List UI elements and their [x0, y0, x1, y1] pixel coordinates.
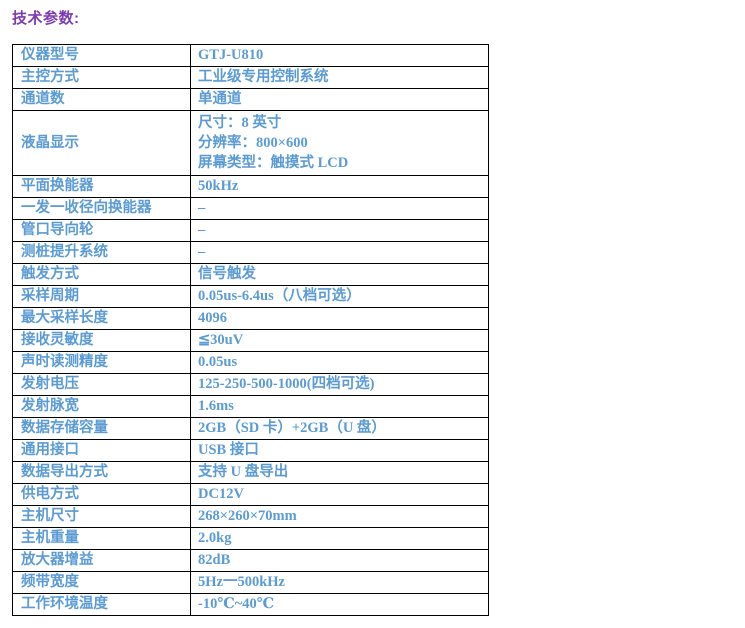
table-row: 最大采样长度 4096 — [12, 307, 489, 330]
spec-label-cell: 发射电压 — [12, 373, 191, 396]
spec-value-cell: DC12V — [190, 483, 489, 506]
spec-value-cell: 2.0kg — [190, 527, 489, 550]
spec-value-cell: 125-250-500-1000(四档可选) — [190, 373, 489, 396]
table-row: 一发一收径向换能器 – — [12, 197, 489, 220]
table-row: 液晶显示 尺寸：8 英寸分辨率：800×600 屏幕类型：触摸式 LCD — [12, 110, 489, 176]
table-row: 发射电压 125-250-500-1000(四档可选) — [12, 373, 489, 396]
spec-label-cell: 采样周期 — [12, 285, 191, 308]
spec-value-cell: 工业级专用控制系统 — [190, 66, 489, 89]
table-row: 触发方式 信号触发 — [12, 263, 489, 286]
spec-label-cell: 声时读测精度 — [12, 351, 191, 374]
spec-label-cell: 通用接口 — [12, 439, 191, 462]
spec-value-cell: 1.6ms — [190, 395, 489, 418]
spec-label-cell: 接收灵敏度 — [12, 329, 191, 352]
spec-label-cell: 触发方式 — [12, 263, 191, 286]
spec-value-cell: 2GB（SD 卡）+2GB（U 盘） — [190, 417, 489, 440]
table-row: 工作环境温度 -10℃~40℃ — [12, 593, 489, 616]
spec-value-cell: – — [190, 219, 489, 242]
specifications-table: 仪器型号 GTJ-U810 主控方式 工业级专用控制系统 通道数 单通道 液晶显示 尺寸：8 … — [12, 44, 489, 616]
table-row: 通用接口 USB 接口 — [12, 439, 489, 462]
spec-value-cell: USB 接口 — [190, 439, 489, 462]
spec-label-cell: 工作环境温度 — [12, 593, 191, 616]
spec-label-cell: 频带宽度 — [12, 571, 191, 594]
table-row: 频带宽度 5Hz一500kHz — [12, 571, 489, 594]
spec-value-cell: 单通道 — [190, 88, 489, 111]
table-row: 平面换能器 50kHz — [12, 175, 489, 198]
table-row: 声时读测精度 0.05us — [12, 351, 489, 374]
table-row: 放大器增益 82dB — [12, 549, 489, 572]
spec-value-line: 屏幕类型：触摸式 LCD — [198, 155, 349, 171]
page-root: 技术参数: 仪器型号 GTJ-U810 主控方式 工业级专用控制系统 通道数 单通道 液晶显… — [0, 0, 745, 628]
spec-value-cell: -10℃~40℃ — [190, 593, 489, 616]
table-row: 管口导向轮 – — [12, 219, 489, 242]
spec-label-cell: 主控方式 — [12, 66, 191, 89]
spec-value-cell: GTJ-U810 — [190, 44, 489, 67]
spec-label-cell: 放大器增益 — [12, 549, 191, 572]
spec-value-line: 尺寸：8 英寸 — [198, 115, 282, 131]
spec-label-cell: 主机尺寸 — [12, 505, 191, 528]
spec-label-cell: 供电方式 — [12, 483, 191, 506]
table-row: 主控方式 工业级专用控制系统 — [12, 66, 489, 89]
spec-label-cell: 数据导出方式 — [12, 461, 191, 484]
spec-label-cell: 管口导向轮 — [12, 219, 191, 242]
spec-label-cell: 最大采样长度 — [12, 307, 191, 330]
specifications-table-container: 仪器型号 GTJ-U810 主控方式 工业级专用控制系统 通道数 单通道 液晶显示 尺寸：8 … — [12, 44, 489, 616]
spec-label-cell: 液晶显示 — [12, 110, 191, 176]
spec-value-cell: 0.05us — [190, 351, 489, 374]
spec-value-cell: – — [190, 197, 489, 220]
spec-label-cell: 仪器型号 — [12, 44, 191, 67]
spec-value-cell: 82dB — [190, 549, 489, 572]
spec-value-line: 分辨率：800×600 — [198, 135, 308, 151]
table-row: 仪器型号 GTJ-U810 — [12, 44, 489, 67]
spec-value-cell: – — [190, 241, 489, 264]
spec-value-cell: 信号触发 — [190, 263, 489, 286]
spec-value-cell: 268×260×70mm — [190, 505, 489, 528]
page-title: 技术参数: — [12, 10, 80, 27]
table-row: 数据存储容量 2GB（SD 卡）+2GB（U 盘） — [12, 417, 489, 440]
spec-value-cell: 4096 — [190, 307, 489, 330]
table-row: 接收灵敏度 ≦30uV — [12, 329, 489, 352]
spec-label-cell: 测桩提升系统 — [12, 241, 191, 264]
table-row: 主机重量 2.0kg — [12, 527, 489, 550]
table-row: 数据导出方式 支持 U 盘导出 — [12, 461, 489, 484]
table-row: 测桩提升系统 – — [12, 241, 489, 264]
spec-value-cell: 支持 U 盘导出 — [190, 461, 489, 484]
spec-label-cell: 一发一收径向换能器 — [12, 197, 191, 220]
spec-label-cell: 平面换能器 — [12, 175, 191, 198]
spec-label-cell: 主机重量 — [12, 527, 191, 550]
spec-value-cell: 50kHz — [190, 175, 489, 198]
spec-value-cell: 尺寸：8 英寸分辨率：800×600 屏幕类型：触摸式 LCD — [190, 110, 489, 176]
spec-value-cell: ≦30uV — [190, 329, 489, 352]
spec-label-cell: 通道数 — [12, 88, 191, 111]
spec-label-cell: 发射脉宽 — [12, 395, 191, 418]
table-row: 采样周期 0.05us-6.4us（八档可选） — [12, 285, 489, 308]
spec-label-cell: 数据存储容量 — [12, 417, 191, 440]
table-row: 主机尺寸 268×260×70mm — [12, 505, 489, 528]
spec-value-cell: 0.05us-6.4us（八档可选） — [190, 285, 489, 308]
specifications-table-body: 仪器型号 GTJ-U810 主控方式 工业级专用控制系统 通道数 单通道 液晶显示 尺寸：8 … — [12, 44, 489, 616]
table-row: 发射脉宽 1.6ms — [12, 395, 489, 418]
table-row: 供电方式 DC12V — [12, 483, 489, 506]
table-row: 通道数 单通道 — [12, 88, 489, 111]
spec-value-cell: 5Hz一500kHz — [190, 571, 489, 594]
